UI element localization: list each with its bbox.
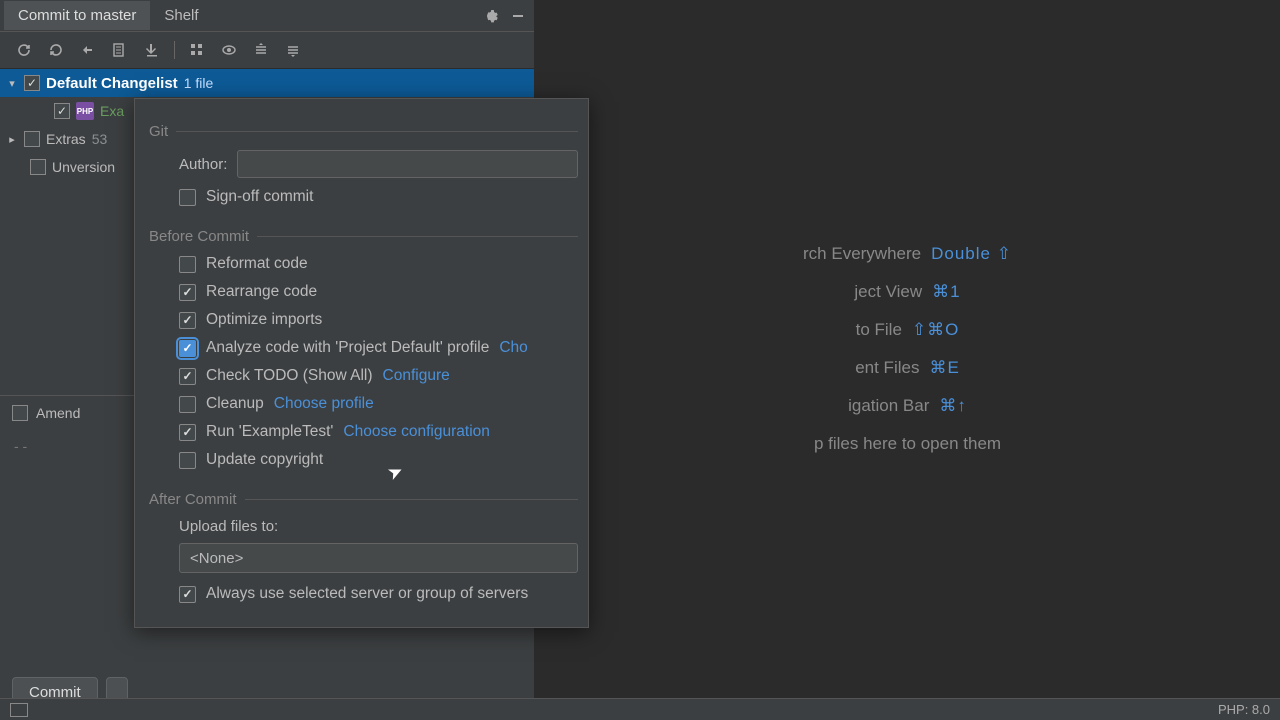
run-label: Run 'ExampleTest' (206, 423, 333, 441)
checkbox[interactable] (179, 189, 196, 206)
checkbox[interactable] (24, 75, 40, 91)
optimize-option[interactable]: Optimize imports (179, 311, 578, 329)
tab-commit[interactable]: Commit to master (4, 1, 150, 30)
always-server-option[interactable]: Always use selected server or group of s… (179, 585, 578, 603)
hint-search-everywhere: rch EverywhereDouble ⇧ (803, 244, 1012, 264)
after-commit-header: After Commit (149, 491, 578, 508)
reformat-option[interactable]: Reformat code (179, 255, 578, 273)
changelist-name: Default Changelist (46, 75, 178, 92)
checkbox[interactable] (179, 368, 196, 385)
chevron-right-icon[interactable]: ▸ (6, 133, 18, 146)
file-name: Exa (100, 103, 124, 119)
commit-toolbar (0, 32, 534, 69)
hint-drop-files: p files here to open them (814, 434, 1001, 454)
todo-configure-link[interactable]: Configure (383, 367, 450, 385)
checkbox[interactable] (179, 256, 196, 273)
optimize-label: Optimize imports (206, 311, 322, 329)
copyright-option[interactable]: Update copyright (179, 451, 578, 469)
copyright-label: Update copyright (206, 451, 323, 469)
upload-label: Upload files to: (179, 518, 578, 535)
extras-count: 53 (92, 131, 108, 147)
checkbox[interactable] (179, 284, 196, 301)
expand-icon[interactable] (251, 40, 271, 60)
hint-nav-bar: igation Bar⌘↑ (848, 396, 967, 416)
cleanup-option[interactable]: Cleanup Choose profile (179, 395, 578, 413)
analyze-label: Analyze code with 'Project Default' prof… (206, 339, 489, 357)
checkbox[interactable] (54, 103, 70, 119)
reformat-label: Reformat code (206, 255, 308, 273)
author-label: Author: (179, 156, 227, 173)
rearrange-option[interactable]: Rearrange code (179, 283, 578, 301)
chevron-down-icon[interactable]: ▾ (6, 77, 18, 90)
changelist-icon[interactable] (110, 40, 130, 60)
rearrange-label: Rearrange code (206, 283, 317, 301)
signoff-option[interactable]: Sign-off commit (179, 188, 578, 206)
always-server-label: Always use selected server or group of s… (206, 585, 528, 603)
checkbox[interactable] (24, 131, 40, 147)
commit-options-popup: Git Author: Sign-off commit Before Commi… (134, 98, 589, 628)
before-commit-header: Before Commit (149, 228, 578, 245)
git-section-header: Git (149, 123, 578, 140)
view-icon[interactable] (219, 40, 239, 60)
diff-icon[interactable] (78, 40, 98, 60)
tool-window-icon[interactable] (10, 703, 28, 717)
group-icon[interactable] (187, 40, 207, 60)
checkbox[interactable] (179, 586, 196, 603)
todo-label: Check TODO (Show All) (206, 367, 373, 385)
checkbox[interactable] (179, 340, 196, 357)
author-input[interactable] (237, 150, 578, 178)
gear-icon[interactable] (478, 4, 502, 28)
rollback-icon[interactable] (46, 40, 66, 60)
hint-project-view: ject View⌘1 (854, 282, 960, 302)
run-config-link[interactable]: Choose configuration (343, 423, 490, 441)
cleanup-profile-link[interactable]: Choose profile (274, 395, 374, 413)
php-file-icon: PHP (76, 102, 94, 120)
commit-tabs: Commit to master Shelf (0, 0, 534, 32)
author-field-row: Author: (179, 150, 578, 178)
changelist-count: 1 file (184, 75, 214, 91)
checkbox[interactable] (30, 159, 46, 175)
unversioned-label: Unversion (52, 159, 115, 175)
extras-label: Extras (46, 131, 86, 147)
checkbox[interactable] (179, 396, 196, 413)
minimize-icon[interactable] (506, 4, 530, 28)
run-option[interactable]: Run 'ExampleTest' Choose configuration (179, 423, 578, 441)
hint-recent-files: ent Files⌘E (855, 358, 960, 378)
cleanup-label: Cleanup (206, 395, 264, 413)
editor-empty-state: rch EverywhereDouble ⇧ ject View⌘1 to Fi… (535, 0, 1280, 698)
php-version-label[interactable]: PHP: 8.0 (1218, 702, 1270, 717)
collapse-icon[interactable] (283, 40, 303, 60)
upload-select[interactable]: <None> (179, 543, 578, 573)
hint-goto-file: to File⇧⌘O (856, 320, 960, 340)
tab-shelf[interactable]: Shelf (150, 1, 212, 30)
checkbox[interactable] (179, 312, 196, 329)
checkbox[interactable] (179, 424, 196, 441)
amend-checkbox[interactable] (12, 405, 28, 421)
signoff-label: Sign-off commit (206, 188, 313, 206)
status-bar: PHP: 8.0 (0, 698, 1280, 720)
analyze-choose-link[interactable]: Cho (499, 339, 527, 357)
checkbox[interactable] (179, 452, 196, 469)
refresh-icon[interactable] (14, 40, 34, 60)
download-icon[interactable] (142, 40, 162, 60)
amend-label: Amend (36, 405, 80, 421)
analyze-option[interactable]: Analyze code with 'Project Default' prof… (179, 339, 578, 357)
changelist-row[interactable]: ▾ Default Changelist 1 file (0, 69, 534, 97)
todo-option[interactable]: Check TODO (Show All) Configure (179, 367, 578, 385)
